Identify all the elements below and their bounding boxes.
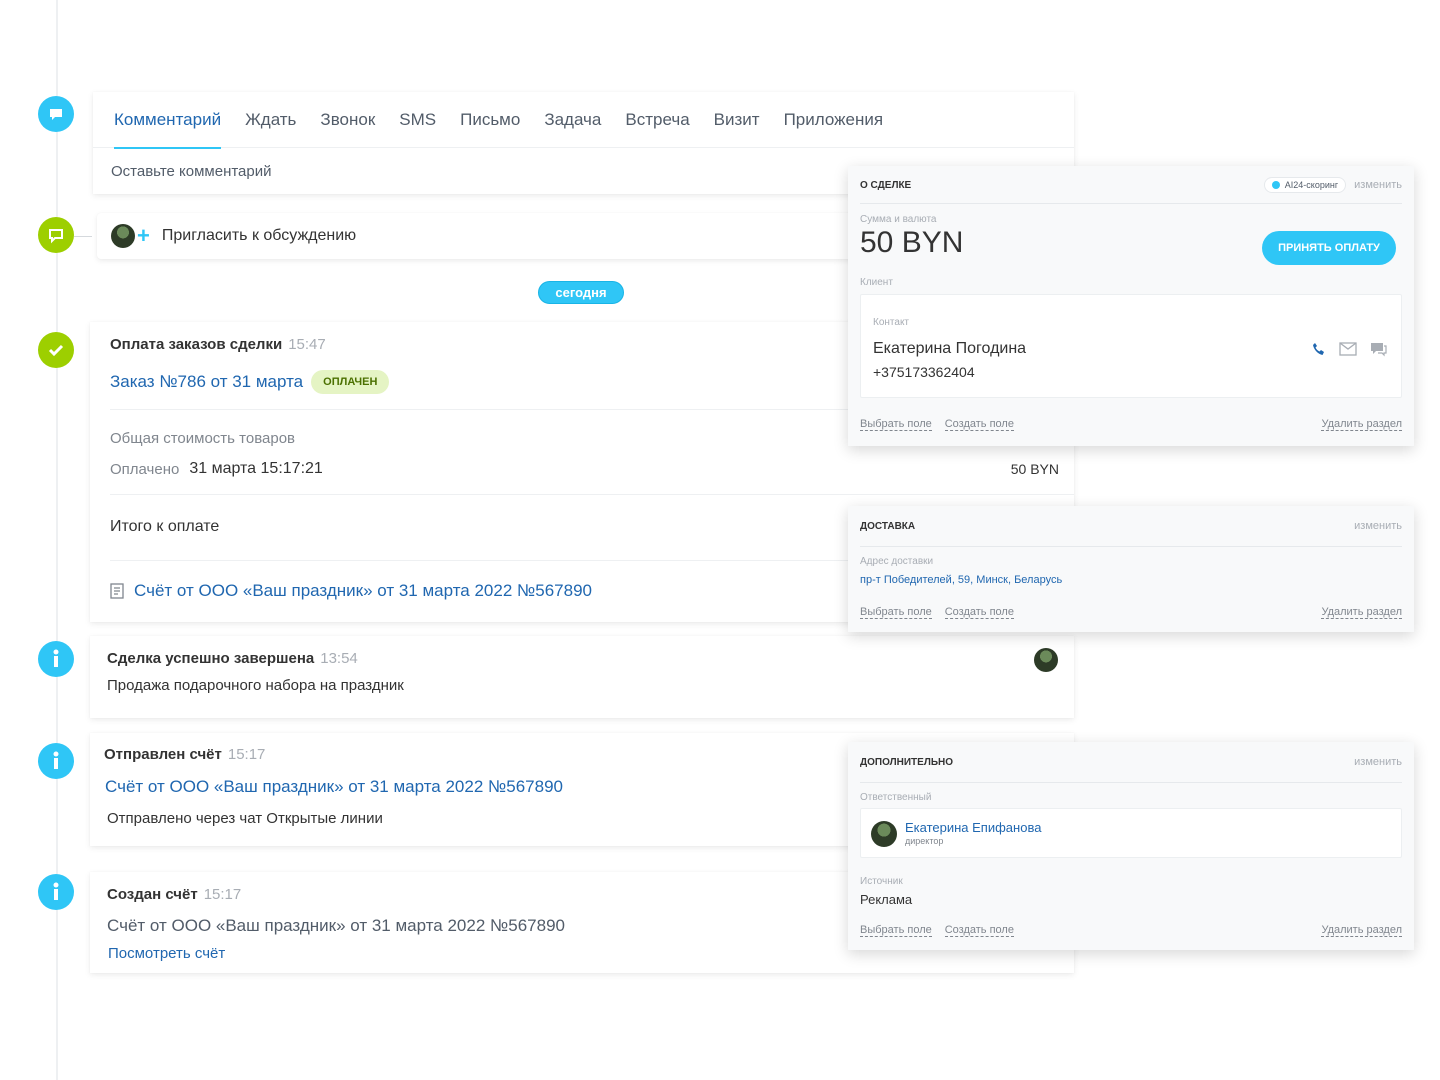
select-field-link[interactable]: Выбрать поле — [860, 606, 932, 619]
responsible-label: Ответственный — [860, 792, 932, 803]
panel-title: Доставка — [860, 520, 916, 532]
amount-label: Сумма и валюта — [860, 214, 937, 225]
delete-section-link[interactable]: Удалить раздел — [1321, 606, 1402, 619]
info-icon — [38, 743, 74, 779]
contact-card: Контакт Екатерина Погодина +375173362404 — [860, 294, 1402, 398]
sent-invoice-link[interactable]: Счёт от ООО «Ваш праздник» от 31 марта 2… — [105, 777, 563, 797]
phone-icon[interactable] — [1311, 341, 1327, 357]
sent-text: Отправлено через чат Открытые линии — [107, 810, 383, 827]
timeline-line — [56, 0, 58, 1080]
completed-title: Сделка успешно завершена — [107, 650, 315, 667]
delete-section-link[interactable]: Удалить раздел — [1321, 418, 1402, 431]
avatar — [1034, 648, 1058, 672]
amount-value: 50 BYN — [860, 226, 964, 259]
tab-email[interactable]: Письмо — [460, 92, 520, 148]
info-icon — [38, 641, 74, 677]
divider — [860, 782, 1402, 783]
contact-name[interactable]: Екатерина Погодина — [873, 340, 1026, 358]
status-badge: оплачен — [311, 370, 390, 394]
create-field-link[interactable]: Создать поле — [944, 418, 1014, 431]
scoring-label: AI24-скоринг — [1284, 180, 1339, 190]
paid-label: Оплачено — [110, 460, 180, 478]
avatar — [111, 224, 135, 248]
responsible-role: директор — [905, 836, 944, 846]
delete-section-link[interactable]: Удалить раздел — [1321, 924, 1402, 937]
tab-visit[interactable]: Визит — [714, 92, 760, 148]
select-field-link[interactable]: Выбрать поле — [860, 924, 932, 937]
panel-title: О сделке — [860, 179, 912, 191]
payment-title: Оплата заказов сделки — [110, 336, 283, 353]
comment-icon — [38, 96, 74, 132]
source-value: Реклама — [860, 892, 913, 907]
tab-task[interactable]: Задача — [544, 92, 601, 148]
scoring-icon — [1271, 181, 1280, 189]
created-title: Создан счёт — [107, 886, 198, 903]
responsible-name[interactable]: Екатерина Епифанова — [905, 820, 1041, 835]
divider — [860, 546, 1402, 547]
panel-title: Дополнительно — [860, 756, 954, 768]
additional-panel: Дополнительно изменить Ответственный Ека… — [848, 742, 1414, 950]
client-label: Клиент — [860, 277, 893, 288]
created-time: 15:17 — [203, 886, 242, 903]
sent-title: Отправлен счёт — [104, 746, 222, 763]
avatar — [871, 821, 897, 847]
tab-wait[interactable]: Ждать — [245, 92, 296, 148]
source-label: Источник — [860, 876, 903, 887]
deal-completed-card: Сделка успешно завершена 13:54 Продажа по… — [90, 636, 1074, 718]
invite-to-discussion[interactable]: + Пригласить к обсуждению — [97, 213, 857, 259]
discussion-icon — [38, 217, 74, 253]
scoring-button[interactable]: AI24-скоринг — [1263, 177, 1347, 193]
composer-tabs: Комментарий Ждать Звонок SMS Письмо Зада… — [93, 92, 1074, 149]
tab-comment[interactable]: Комментарий — [114, 92, 222, 149]
invoice-link[interactable]: Счёт от ООО «Ваш праздник» от 31 марта 2… — [134, 581, 592, 601]
sent-time: 15:17 — [227, 746, 266, 763]
order-link[interactable]: Заказ №786 от 31 марта — [110, 372, 303, 392]
info-icon — [38, 874, 74, 910]
tab-meeting[interactable]: Встреча — [625, 92, 689, 148]
due-label: Итого к оплате — [110, 518, 220, 535]
tab-apps[interactable]: Приложения — [784, 92, 883, 148]
address-label: Адрес доставки — [860, 556, 934, 567]
completed-time: 13:54 — [320, 650, 358, 667]
view-invoice-link[interactable]: Посмотреть счёт — [108, 945, 225, 962]
invite-label: Пригласить к обсуждению — [161, 227, 357, 244]
plus-icon: + — [137, 223, 150, 248]
edit-link[interactable]: изменить — [1354, 179, 1402, 191]
delivery-panel: Доставка изменить Адрес доставки пр-т По… — [848, 506, 1414, 632]
completed-text: Продажа подарочного набора на праздник — [107, 677, 404, 694]
created-text: Счёт от ООО «Ваш праздник» от 31 марта 2… — [107, 916, 565, 935]
select-field-link[interactable]: Выбрать поле — [860, 418, 932, 431]
check-icon — [38, 332, 74, 368]
payment-time: 15:47 — [288, 336, 326, 353]
total-label: Общая стоимость товаров — [110, 430, 296, 447]
document-icon — [110, 583, 124, 599]
timeline-connector — [74, 236, 92, 237]
edit-link[interactable]: изменить — [1354, 520, 1402, 532]
chat-icon[interactable] — [1369, 341, 1387, 357]
contact-label: Контакт — [873, 317, 910, 328]
paid-date: 31 марта 15:17:21 — [189, 460, 323, 477]
responsible-card[interactable]: Екатерина Епифанова директор — [860, 808, 1402, 858]
tab-sms[interactable]: SMS — [399, 92, 436, 148]
create-field-link[interactable]: Создать поле — [944, 924, 1014, 937]
date-separator-badge: сегодня — [538, 281, 624, 304]
divider — [860, 203, 1402, 204]
deal-info-panel: О сделке AI24-скоринг изменить Сумма и в… — [848, 166, 1414, 446]
delivery-address[interactable]: пр-т Победителей, 59, Минск, Беларусь — [860, 574, 1062, 586]
divider — [110, 494, 1074, 495]
mail-icon[interactable] — [1339, 342, 1357, 356]
tab-call[interactable]: Звонок — [320, 92, 375, 148]
accept-payment-button[interactable]: Принять оплату — [1262, 231, 1396, 265]
edit-link[interactable]: изменить — [1354, 756, 1402, 768]
paid-amount: 50 BYN — [1010, 461, 1059, 477]
contact-phone[interactable]: +375173362404 — [873, 364, 975, 380]
create-field-link[interactable]: Создать поле — [944, 606, 1014, 619]
